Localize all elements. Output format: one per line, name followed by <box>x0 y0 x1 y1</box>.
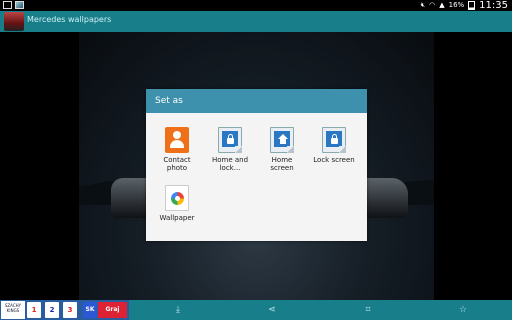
option-wallpaper[interactable]: Wallpaper <box>151 185 203 222</box>
option-label: Wallpaper <box>159 214 195 222</box>
dialog-header: Set as <box>146 89 367 113</box>
option-label: Home screen <box>270 156 294 172</box>
crop-icon[interactable]: ⌗ <box>362 304 374 316</box>
signal-icon: ▲ <box>439 1 445 9</box>
mute-icon: 🔇︎ <box>420 1 426 9</box>
option-contact-photo[interactable]: Contact photo <box>151 127 203 172</box>
app-title: Mercedes wallpapers <box>27 15 112 24</box>
dialog-title: Set as <box>155 96 183 106</box>
notification-icon <box>3 1 12 9</box>
contact-photo-icon <box>165 127 189 153</box>
wifi-icon: ◠ <box>429 1 436 9</box>
share-icon[interactable]: ⋖ <box>266 304 278 316</box>
option-label: Home and lock... <box>211 156 249 172</box>
status-bar: 🔇︎ ◠ ▲ 16% 11:35 <box>0 0 512 11</box>
lock-screen-icon <box>322 127 346 153</box>
ad-play-button[interactable]: Graj <box>98 302 127 318</box>
option-lock-screen[interactable]: Lock screen <box>308 127 360 164</box>
photo-icon <box>15 1 24 9</box>
ad-badge: SK <box>83 302 97 318</box>
option-label: Lock screen <box>313 156 355 164</box>
ad-card: 2 <box>45 302 59 318</box>
set-as-dialog: Set as Contact photo Home and lock... Ho… <box>146 89 367 241</box>
ad-logo: SZACHY KINGS <box>1 301 25 319</box>
home-screen-icon <box>270 127 294 153</box>
option-home-screen[interactable]: Home screen <box>256 127 308 172</box>
clock: 11:35 <box>479 0 508 11</box>
wallpaper-icon <box>165 185 189 211</box>
app-icon[interactable] <box>4 12 24 31</box>
favorite-icon[interactable]: ☆ <box>457 304 469 316</box>
option-label: Contact photo <box>163 156 191 172</box>
ad-banner[interactable]: SZACHY KINGS 1 2 3 SK Graj <box>0 300 129 320</box>
ad-card: 1 <box>27 302 41 318</box>
battery-icon <box>468 1 476 10</box>
ad-card: 3 <box>63 302 77 318</box>
home-and-lock-icon <box>218 127 242 153</box>
battery-percent: 16% <box>448 1 465 9</box>
download-icon[interactable]: ⤓ <box>172 304 184 316</box>
action-bar: Mercedes wallpapers <box>0 11 512 32</box>
option-home-and-lock[interactable]: Home and lock... <box>204 127 256 172</box>
screen: 🔇︎ ◠ ▲ 16% 11:35 Mercedes wallpapers Set… <box>0 0 512 320</box>
